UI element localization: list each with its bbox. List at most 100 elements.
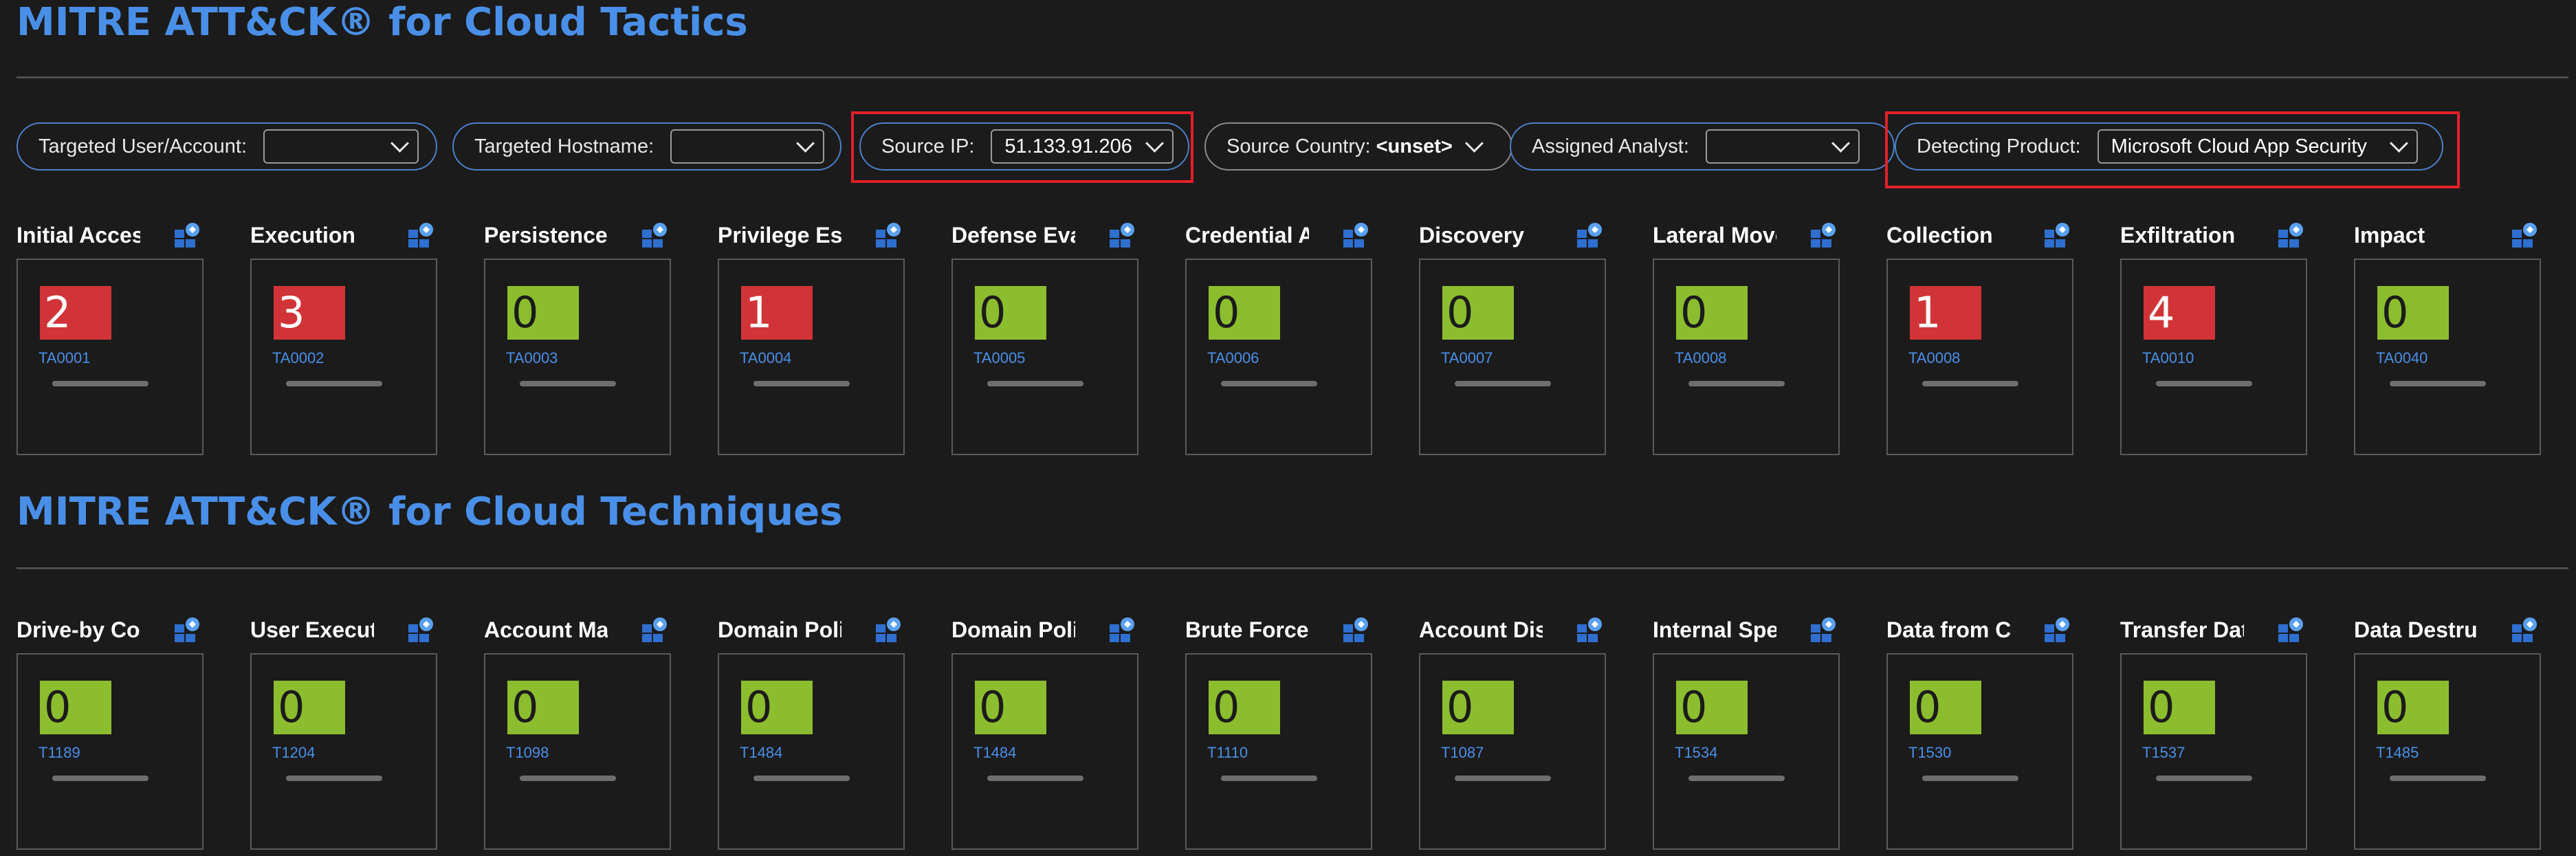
technique-id-link[interactable]: T1189 [38,744,80,762]
workbook-link-icon[interactable] [641,221,668,249]
technique-id-link[interactable]: T1484 [973,744,1016,762]
technique-id-link[interactable]: T1110 [1207,744,1248,762]
targeted-hostname-filter: Targeted Hostname: [452,122,841,171]
targeted-hostname-dropdown[interactable] [670,129,825,164]
technique-id-link[interactable]: TA0003 [506,349,558,367]
technique-tile[interactable]: Data Destruction 0 T1485 [2354,612,2541,850]
tile-header: Internal Spearphishing [1653,612,1840,653]
tactic-tile[interactable]: Exfiltration 4 TA0010 [2120,217,2307,455]
technique-id-link[interactable]: T1204 [272,744,315,762]
count-badge: 0 [40,681,111,734]
source-country-filter[interactable]: Source Country: <unset> [1204,122,1512,171]
tile-body: 0 T1098 [484,653,671,850]
scroll-indicator [52,381,148,386]
technique-id-link[interactable]: TA0004 [740,349,791,367]
tactic-tile[interactable]: Collection 1 TA0008 [1886,217,2073,455]
technique-id-link[interactable]: T1530 [1908,744,1951,762]
technique-id-link[interactable]: TA0008 [1675,349,1726,367]
tactic-tile[interactable]: Impact 0 TA0040 [2354,217,2541,455]
technique-id-link[interactable]: TA0040 [2376,349,2428,367]
technique-id-link[interactable]: TA0006 [1207,349,1259,367]
tactic-tile[interactable]: Initial Access 2 TA0001 [16,217,203,455]
tactic-tile[interactable]: Privilege Escalation 1 TA0004 [718,217,905,455]
tile-title: Discovery [1419,223,1524,248]
tile-title: Credential Access [1185,223,1309,248]
tactic-tile[interactable]: Defense Evasion 0 TA0005 [951,217,1138,455]
workbook-link-icon[interactable] [1809,221,1837,249]
workbook-link-icon[interactable] [1342,616,1369,644]
workbook-link-icon[interactable] [1108,221,1136,249]
scroll-indicator [2156,776,2252,781]
workbook-link-icon[interactable] [2511,616,2538,644]
workbook-link-icon[interactable] [1342,221,1369,249]
assigned-analyst-dropdown[interactable] [1705,129,1860,164]
tile-title: Transfer Data to Cloud Account [2120,617,2244,642]
tile-body: 0 T1087 [1419,653,1606,850]
chevron-down-icon [1464,133,1484,153]
chevron-down-icon [796,133,815,153]
source-country-value: <unset> [1376,135,1453,157]
tactic-tile[interactable]: Credential Access 0 TA0006 [1185,217,1372,455]
scroll-indicator [286,381,382,386]
workbook-link-icon[interactable] [874,616,902,644]
tactic-tile[interactable]: Lateral Movement 0 TA0008 [1653,217,1840,455]
technique-tile[interactable]: Drive-by Compromise 0 T1189 [16,612,203,850]
count-badge: 2 [40,286,111,340]
technique-tile[interactable]: Data from Cloud Storage 0 T1530 [1886,612,2073,850]
tile-header: Execution [250,217,437,259]
technique-id-link[interactable]: TA0002 [272,349,324,367]
workbook-link-icon[interactable] [2277,616,2304,644]
count-badge: 1 [741,286,813,340]
workbook-link-icon[interactable] [2511,221,2538,249]
technique-id-link[interactable]: TA0001 [38,349,90,367]
technique-id-link[interactable]: T1537 [2142,744,2185,762]
workbook-link-icon[interactable] [407,221,434,249]
workbook-link-icon[interactable] [1576,221,1603,249]
workbook-link-icon[interactable] [1576,616,1603,644]
technique-tile[interactable]: User Execution 0 T1204 [250,612,437,850]
technique-id-link[interactable]: T1534 [1675,744,1717,762]
workbook-link-icon[interactable] [2043,616,2071,644]
technique-tile[interactable]: Account Discovery 0 T1087 [1419,612,1606,850]
tile-title: Drive-by Compromise [16,617,140,642]
scroll-indicator [1221,776,1317,781]
tile-header: Impact [2354,217,2541,259]
technique-tile[interactable]: Domain Policy Modification 0 T1484 [718,612,905,850]
workbook-link-icon[interactable] [641,616,668,644]
technique-id-link[interactable]: TA0005 [973,349,1025,367]
tactic-tile[interactable]: Discovery 0 TA0007 [1419,217,1606,455]
workbook-link-icon[interactable] [2277,221,2304,249]
technique-id-link[interactable]: TA0008 [1908,349,1960,367]
technique-id-link[interactable]: T1098 [506,744,549,762]
technique-tile[interactable]: Internal Spearphishing 0 T1534 [1653,612,1840,850]
tactic-tile[interactable]: Persistence 0 TA0003 [484,217,671,455]
technique-tile[interactable]: Brute Force 0 T1110 [1185,612,1372,850]
workbook-link-icon[interactable] [173,221,201,249]
technique-id-link[interactable]: T1484 [740,744,782,762]
technique-id-link[interactable]: TA0010 [2142,349,2194,367]
workbook-link-icon[interactable] [173,616,201,644]
tactic-tile[interactable]: Execution 3 TA0002 [250,217,437,455]
scroll-indicator [1455,381,1551,386]
scroll-indicator [286,776,382,781]
technique-id-link[interactable]: T1485 [2376,744,2419,762]
tile-title: Collection [1886,223,1993,248]
technique-tile[interactable]: Account Manipulation 0 T1098 [484,612,671,850]
workbook-link-icon[interactable] [2043,221,2071,249]
workbook-link-icon[interactable] [1809,616,1837,644]
tile-body: 0 T1534 [1653,653,1840,850]
technique-tile[interactable]: Transfer Data to Cloud Account 0 T1537 [2120,612,2307,850]
tile-header: Lateral Movement [1653,217,1840,259]
workbook-link-icon[interactable] [1108,616,1136,644]
scroll-indicator [753,776,850,781]
techniques-section-title: MITRE ATT&CK® for Cloud Techniques [16,490,843,534]
workbook-link-icon[interactable] [874,221,902,249]
workbook-link-icon[interactable] [407,616,434,644]
scroll-indicator [987,381,1083,386]
scroll-indicator [753,381,850,386]
tile-title: Brute Force [1185,617,1309,642]
technique-id-link[interactable]: T1087 [1441,744,1484,762]
technique-id-link[interactable]: TA0007 [1441,349,1493,367]
technique-tile[interactable]: Domain Policy Modification 0 T1484 [951,612,1138,850]
targeted-user-dropdown[interactable] [263,129,419,164]
